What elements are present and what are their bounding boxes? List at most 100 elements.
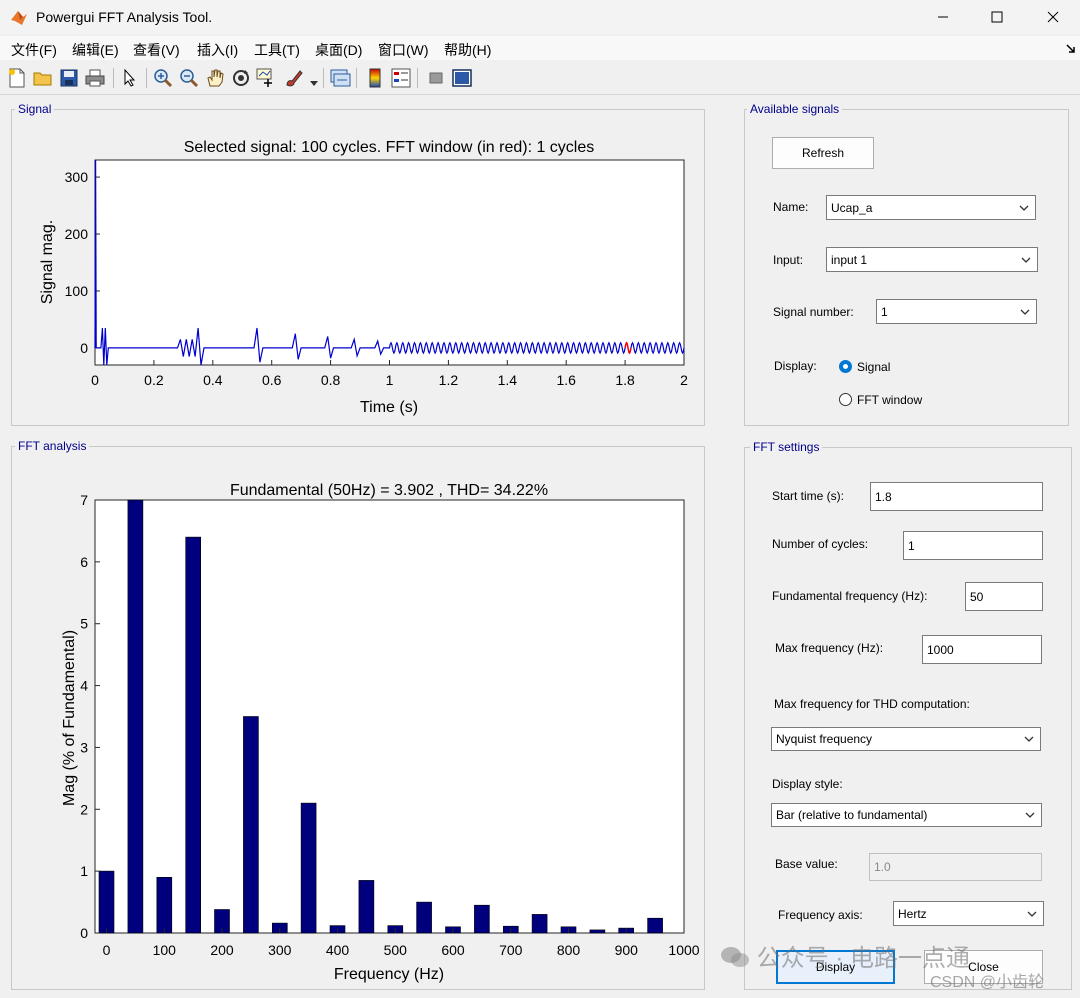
number-of-cycles-label: Number of cycles: [772,537,869,551]
x-tick-label: 1 [386,372,394,388]
name-select[interactable]: Ucap_a [826,195,1036,220]
chevron-down-icon [1021,257,1031,263]
signal-chart: Selected signal: 100 cycles. FFT window … [39,139,688,416]
frequency-axis-select[interactable]: Hertz [893,901,1044,926]
menu-desktop[interactable]: 桌面(D) [315,40,362,60]
fft-bar [474,904,490,934]
signal-chart-xlabel: Time (s) [360,399,418,416]
x-tick-label: 0.2 [144,372,164,388]
number-of-cycles-input[interactable]: 1 [903,531,1043,560]
display-fft-window-radio-label[interactable]: FFT window [857,393,922,407]
menu-file[interactable]: 文件(F) [11,40,57,60]
watermark-text-2: CSDN @小齿轮 [930,974,1045,991]
signal-number-select[interactable]: 1 [876,299,1037,324]
fft-bar [416,901,432,934]
new-file-icon[interactable] [5,66,29,90]
x-tick-label: 500 [384,942,408,958]
brush-icon[interactable] [283,66,307,90]
start-time-label: Start time (s): [772,489,845,503]
menu-window[interactable]: 窗口(W) [378,40,429,60]
show-plot-tools-icon[interactable] [450,66,474,90]
save-icon[interactable] [57,66,81,90]
available-signals-title: Available signals [747,102,843,116]
max-frequency-input[interactable]: 1000 [922,635,1042,664]
signal-plot-area [94,159,685,366]
x-tick-label: 1.6 [556,372,576,388]
x-tick-label: 800 [557,942,581,958]
x-tick-label: 600 [441,942,465,958]
print-icon[interactable] [83,66,107,90]
display-label: Display: [774,359,817,373]
menu-help[interactable]: 帮助(H) [444,40,491,60]
x-tick-label: 1.8 [615,372,635,388]
link-icon[interactable] [328,66,352,90]
close-window-button[interactable] [1030,0,1076,34]
menu-edit[interactable]: 编辑(E) [72,40,119,60]
display-signal-radio-label[interactable]: Signal [857,360,890,374]
fundamental-frequency-input[interactable]: 50 [965,582,1043,611]
colorbar-icon[interactable] [363,66,387,90]
maximize-button[interactable] [974,0,1020,34]
x-tick-label: 300 [268,942,292,958]
y-tick-label: 0 [80,925,88,941]
x-tick-label: 0.4 [203,372,223,388]
base-value-label: Base value: [775,857,838,871]
matlab-logo-icon [11,11,27,25]
maximize-icon [991,11,1003,23]
y-tick-label: 1 [80,863,88,879]
x-tick-label: 0 [103,942,111,958]
frequency-axis-select-value: Hertz [898,906,927,921]
display-fft-window-radio[interactable] [839,393,852,406]
start-time-input[interactable]: 1.8 [870,482,1043,511]
open-folder-icon[interactable] [31,66,55,90]
fft-bar [243,716,259,934]
y-tick-label: 2 [80,801,88,817]
title-bar: Powergui FFT Analysis Tool. [0,0,1080,34]
max-frequency-label: Max frequency (Hz): [775,641,884,655]
dock-arrow-icon[interactable] [1066,44,1076,54]
rotate-3d-icon[interactable] [229,66,253,90]
zoom-in-icon[interactable] [151,66,175,90]
pan-hand-icon[interactable] [203,66,227,90]
fft-chart-ylabel: Mag (% of Fundamental) [61,630,78,806]
minimize-button[interactable] [920,0,966,34]
display-style-select[interactable]: Bar (relative to fundamental) [771,803,1042,827]
data-cursor-icon[interactable] [255,66,279,90]
chevron-down-icon [1019,205,1029,211]
menu-bar: 文件(F) 编辑(E) 查看(V) 插入(I) 工具(T) 桌面(D) 窗口(W… [0,36,1080,60]
x-tick-label: 700 [499,942,523,958]
x-tick-label: 200 [210,942,234,958]
menu-view[interactable]: 查看(V) [133,40,180,60]
display-signal-radio[interactable] [839,360,852,373]
fft-bar [300,802,317,934]
hide-plot-tools-icon[interactable] [424,66,448,90]
y-tick-label: 3 [80,739,88,755]
close-icon [1047,11,1059,23]
menu-insert[interactable]: 插入(I) [197,40,238,60]
chevron-down-icon [1020,309,1030,315]
refresh-button[interactable]: Refresh [772,137,874,169]
display-style-label: Display style: [772,777,843,791]
fft-bar [98,870,115,934]
input-select-value: input 1 [831,252,868,267]
fft-bar [156,876,173,934]
fundamental-frequency-label: Fundamental frequency (Hz): [772,589,928,603]
y-tick-label: 4 [80,678,88,694]
fft-bar [185,536,201,934]
zoom-out-icon[interactable] [177,66,201,90]
thd-frequency-select[interactable]: Nyquist frequency [771,727,1041,751]
y-tick-label: 5 [80,616,88,632]
x-tick-label: 0 [91,372,99,388]
menu-tools[interactable]: 工具(T) [254,40,300,60]
x-tick-label: 100 [153,942,177,958]
pointer-icon[interactable] [118,66,142,90]
input-label: Input: [773,253,804,267]
y-tick-label: 300 [65,169,89,185]
display-style-select-value: Bar (relative to fundamental) [776,808,928,822]
legend-icon[interactable] [389,66,413,90]
frequency-axis-label: Frequency axis: [778,908,863,922]
brush-dropdown-icon[interactable] [310,74,318,92]
input-select[interactable]: input 1 [826,247,1038,272]
chevron-down-icon [1025,812,1035,818]
name-label: Name: [773,200,809,214]
